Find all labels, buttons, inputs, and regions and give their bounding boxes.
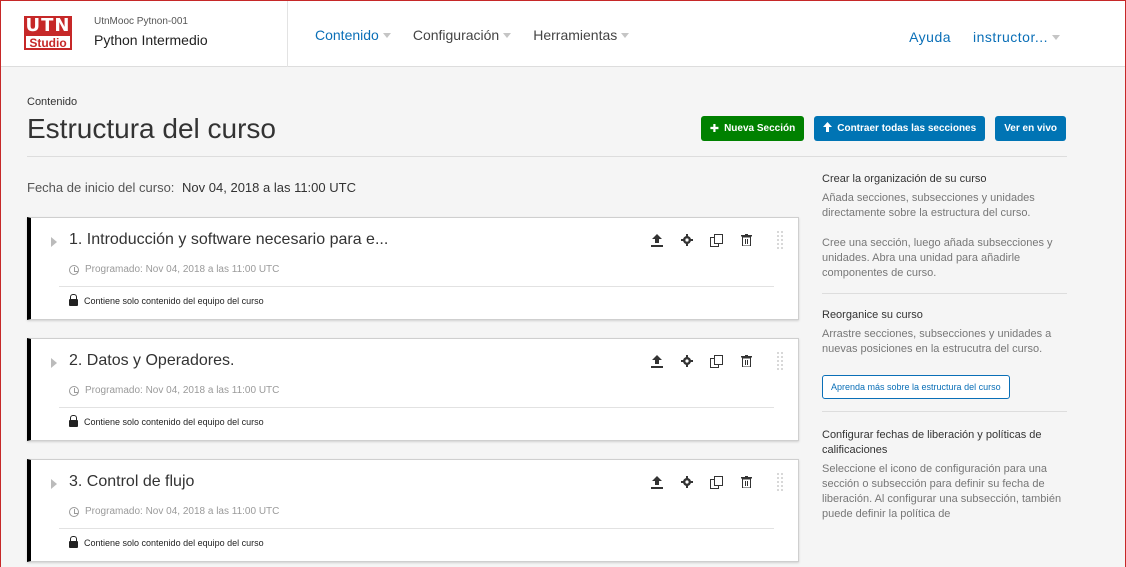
chevron-down-icon <box>621 32 630 38</box>
trash-icon[interactable] <box>739 474 754 490</box>
publish-icon[interactable] <box>649 353 664 369</box>
nav-contenido[interactable]: Contenido <box>315 27 391 43</box>
drag-handle-icon[interactable] <box>776 230 784 250</box>
schedule-text: Programado: Nov 04, 2018 a las 11:00 UTC <box>85 506 280 517</box>
clock-icon <box>69 264 79 275</box>
section-schedule: Programado: Nov 04, 2018 a las 11:00 UTC <box>69 385 279 396</box>
help-link[interactable]: Ayuda <box>909 29 951 45</box>
section-divider <box>59 286 774 287</box>
sidebar-heading: Reorganice su curso <box>822 309 923 321</box>
start-date-value: Nov 04, 2018 a las 11:00 UTC <box>182 180 356 195</box>
course-start-date[interactable]: Fecha de inicio del curso: Nov 04, 2018 … <box>27 180 356 195</box>
user-name: instructor... <box>973 29 1048 45</box>
section-actions <box>649 474 754 490</box>
sidebar-block-dates: Configurar fechas de liberación y políti… <box>822 426 1067 522</box>
staff-only-text: Contiene solo contenido del equipo del c… <box>84 296 264 306</box>
help-sidebar: Crear la organización de su curso Añada … <box>822 172 1067 522</box>
trash-icon[interactable] <box>739 353 754 369</box>
logo-mark: UTN <box>24 15 72 36</box>
page-title: Estructura del curso <box>27 113 276 144</box>
staff-only-text: Contiene solo contenido del equipo del c… <box>84 417 264 427</box>
studio-logo[interactable]: UTN Studio <box>24 16 72 50</box>
collapse-all-label: Contraer todas las secciones <box>837 123 977 134</box>
sidebar-text: Añada secciones, subsecciones y unidades… <box>822 192 1035 219</box>
sidebar-heading: Configurar fechas de liberación y políti… <box>822 429 1042 456</box>
section-divider <box>59 407 774 408</box>
course-title: Python Intermedio <box>94 32 208 48</box>
chevron-down-icon <box>1052 34 1060 40</box>
page-actions: ✚ Nueva Sección Contraer todas las secci… <box>700 116 1066 141</box>
section-title[interactable]: 2. Datos y Operadores. <box>69 352 234 370</box>
nav-contenido-label: Contenido <box>315 27 379 43</box>
new-section-label: Nueva Sección <box>724 123 796 134</box>
duplicate-icon[interactable] <box>709 232 724 248</box>
expand-icon[interactable] <box>51 237 57 247</box>
nav-herramientas-label: Herramientas <box>533 27 618 43</box>
clock-icon <box>69 506 79 517</box>
section-schedule: Programado: Nov 04, 2018 a las 11:00 UTC <box>69 264 279 275</box>
gear-icon[interactable] <box>679 232 694 248</box>
title-divider <box>27 156 1067 157</box>
staff-only-text: Contiene solo contenido del equipo del c… <box>84 538 264 548</box>
view-live-button[interactable]: Ver en vivo <box>995 116 1066 141</box>
lock-icon <box>69 536 78 548</box>
section-title[interactable]: 3. Control de flujo <box>69 473 194 491</box>
chevron-down-icon <box>503 32 512 38</box>
clock-icon <box>69 385 79 396</box>
course-info[interactable]: UtnMooc Pytnon-001 Python Intermedio <box>94 16 208 48</box>
course-section: 2. Datos y Operadores. Programado: Nov 0… <box>27 338 799 441</box>
header-right: Ayuda instructor... <box>909 29 1060 45</box>
staff-only-note: Contiene solo contenido del equipo del c… <box>69 415 264 427</box>
gear-icon[interactable] <box>679 353 694 369</box>
new-section-button[interactable]: ✚ Nueva Sección <box>700 116 805 141</box>
collapse-all-button[interactable]: Contraer todas las secciones <box>814 116 986 141</box>
duplicate-icon[interactable] <box>709 353 724 369</box>
main-nav: Contenido Configuración Herramientas <box>315 27 630 43</box>
expand-icon[interactable] <box>51 479 57 489</box>
trash-icon[interactable] <box>739 232 754 248</box>
sidebar-text: Cree una sección, luego añada subseccion… <box>822 237 1053 279</box>
arrow-up-icon <box>823 122 833 135</box>
start-date-label: Fecha de inicio del curso: <box>27 180 175 195</box>
nav-configuracion[interactable]: Configuración <box>412 27 512 43</box>
lock-icon <box>69 415 78 427</box>
course-section: 3. Control de flujo Programado: Nov 04, … <box>27 459 799 562</box>
duplicate-icon[interactable] <box>709 474 724 490</box>
view-live-label: Ver en vivo <box>1004 123 1057 134</box>
breadcrumb: Contenido <box>27 96 78 108</box>
sidebar-text: Arrastre secciones, subsecciones y unida… <box>822 328 1052 355</box>
publish-icon[interactable] <box>649 474 664 490</box>
plus-icon: ✚ <box>709 123 720 135</box>
section-actions <box>649 232 754 248</box>
gear-icon[interactable] <box>679 474 694 490</box>
sidebar-block-reorganize: Reorganice su curso Arrastre secciones, … <box>822 308 1067 412</box>
sidebar-block-organization: Crear la organización de su curso Añada … <box>822 172 1067 294</box>
section-title[interactable]: 1. Introducción y software necesario par… <box>69 231 388 249</box>
chevron-down-icon <box>382 32 391 38</box>
user-menu[interactable]: instructor... <box>973 29 1060 45</box>
learn-more-button[interactable]: Aprenda más sobre la estructura del curs… <box>822 375 1010 399</box>
top-header: UTN Studio UtnMooc Pytnon-001 Python Int… <box>0 0 1126 67</box>
publish-icon[interactable] <box>649 232 664 248</box>
course-org: UtnMooc Pytnon-001 <box>94 16 188 27</box>
section-schedule: Programado: Nov 04, 2018 a las 11:00 UTC <box>69 506 279 517</box>
logo-studio-label: Studio <box>24 36 72 50</box>
staff-only-note: Contiene solo contenido del equipo del c… <box>69 294 264 306</box>
schedule-text: Programado: Nov 04, 2018 a las 11:00 UTC <box>85 385 280 396</box>
sidebar-text: Seleccione el icono de configuración par… <box>822 463 1062 520</box>
section-divider <box>59 528 774 529</box>
section-actions <box>649 353 754 369</box>
expand-icon[interactable] <box>51 358 57 368</box>
drag-handle-icon[interactable] <box>776 472 784 492</box>
nav-herramientas[interactable]: Herramientas <box>533 27 630 43</box>
sidebar-heading: Crear la organización de su curso <box>822 173 987 185</box>
lock-icon <box>69 294 78 306</box>
schedule-text: Programado: Nov 04, 2018 a las 11:00 UTC <box>85 264 280 275</box>
header-divider <box>287 0 288 67</box>
drag-handle-icon[interactable] <box>776 351 784 371</box>
course-section: 1. Introducción y software necesario par… <box>27 217 799 320</box>
staff-only-note: Contiene solo contenido del equipo del c… <box>69 536 264 548</box>
nav-configuracion-label: Configuración <box>412 27 500 43</box>
